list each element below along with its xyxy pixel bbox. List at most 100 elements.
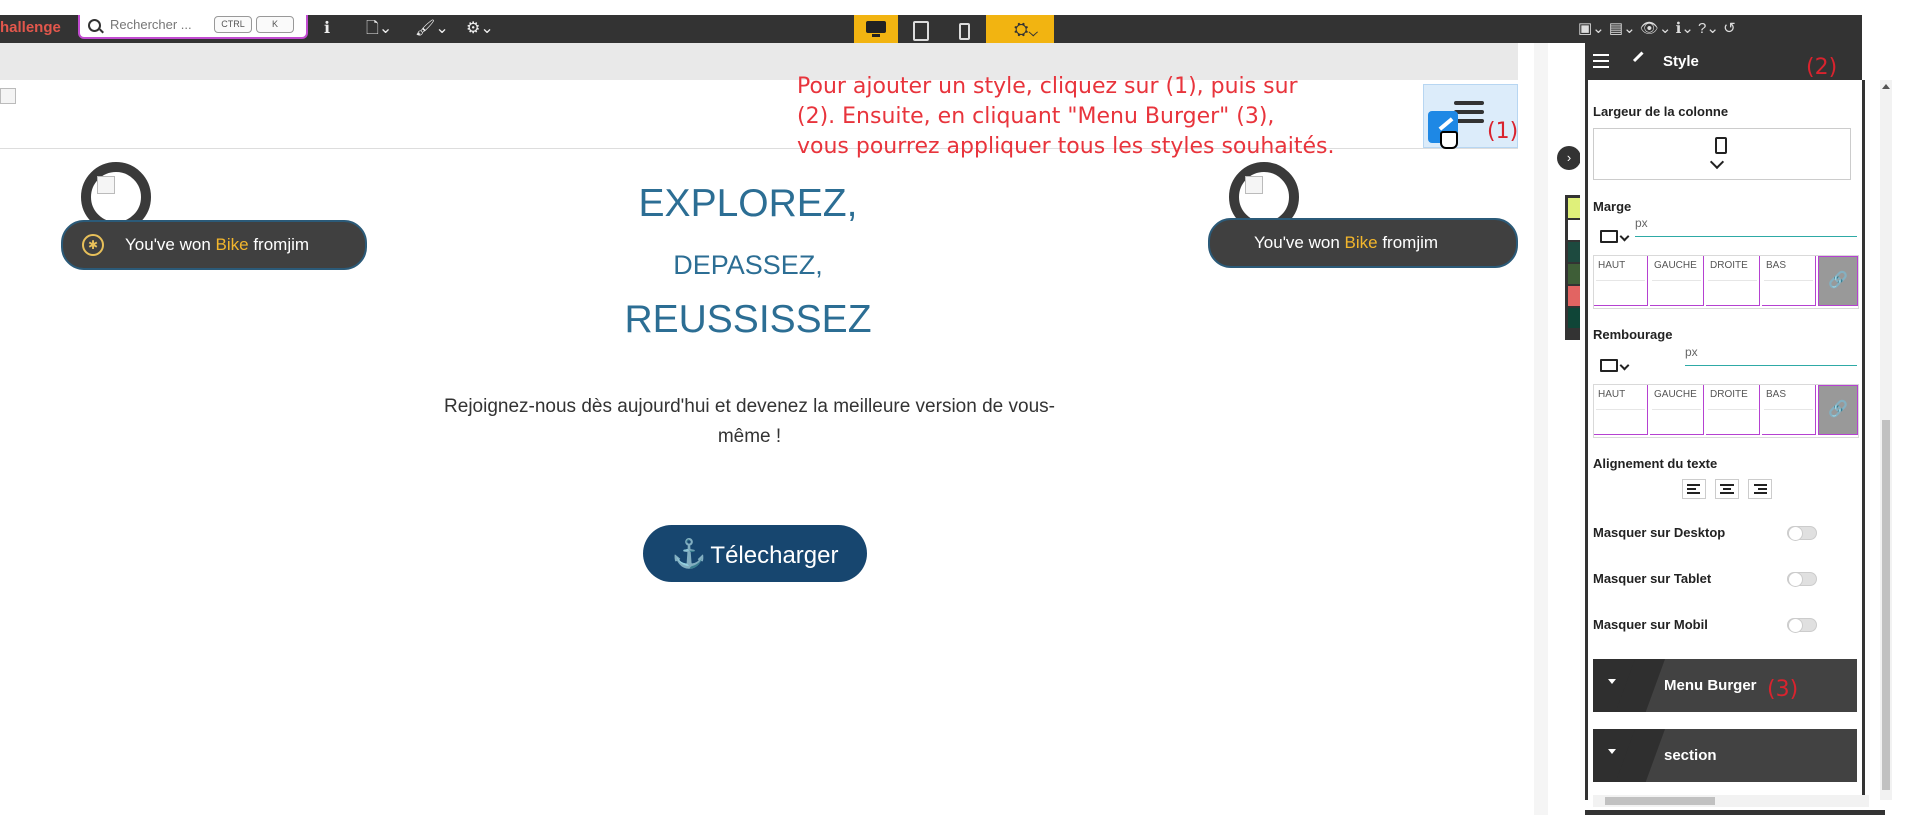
award-badge-text: You've won Bike fromjim [125,235,310,254]
list-icon[interactable] [1593,54,1609,68]
padding-bottom-input[interactable]: BAS [1762,385,1816,435]
burger-line [1454,110,1484,114]
page-menu-icon[interactable]: 🗋⌄ [366,19,392,39]
scrollbar-thumb[interactable] [1882,420,1890,790]
top-toolbar: hallenge Rechercher ... CTRL K ℹ 🗋⌄ 🖌⌄ ⚙… [0,15,1862,43]
mobile-icon [959,23,970,40]
marker-1: (1) [1487,119,1519,144]
search-input[interactable]: Rechercher ... [110,17,192,32]
column-width-select[interactable] [1593,128,1851,180]
tablet-icon [913,21,929,41]
hide-desktop-toggle[interactable] [1787,526,1817,541]
collapse-panel-button[interactable]: › [1557,146,1581,170]
margin-inputs: HAUT GAUCHE DROITE BAS 🔗 [1593,255,1859,309]
broken-image-icon [1245,176,1263,194]
mobile-icon [1715,137,1727,154]
padding-right-input[interactable]: DROITE [1706,385,1760,435]
padding-device-row: px [1593,345,1857,372]
award-badge-right: You've won Bike fromjim [1208,218,1518,268]
tab-style-label: Style [1663,53,1699,70]
hide-desktop-label: Masquer sur Desktop [1593,525,1726,540]
hide-mobile-toggle[interactable] [1787,618,1817,633]
align-left-icon[interactable] [1682,479,1706,499]
download-button-label: Télecharger [710,542,839,569]
kbd-k: K [256,16,294,33]
brush-menu-icon[interactable]: 🖌⌄ [415,19,449,39]
instruction-text: Pour ajouter un style, cliquez sur (1), … [797,72,1417,162]
unit-underline [1685,365,1857,366]
award-star-icon: ✱ [82,234,104,256]
margin-bottom-input[interactable]: BAS [1762,256,1816,306]
accordion-section[interactable]: section [1593,729,1857,782]
panel-footer [1585,810,1885,815]
instruction-line-2: (2). Ensuite, en cliquant "Menu Burger" … [797,104,1275,129]
search-box[interactable]: Rechercher ... CTRL K [78,15,308,39]
margin-left-input[interactable]: GAUCHE [1650,256,1704,306]
screen-margin [1895,0,1925,815]
marker-3: (3) [1767,677,1799,702]
scroll-up-arrow-icon[interactable] [1882,84,1890,89]
instruction-line-1: Pour ajouter un style, cliquez sur (1), … [797,74,1298,99]
text-align-label: Alignement du texte [1593,456,1718,471]
desktop-view-button[interactable] [854,15,898,43]
award-badge-text: You've won Bike fromjim [1254,233,1439,252]
accordion-label: Menu Burger [1664,677,1757,694]
accordion-label: section [1664,747,1717,764]
info-icon[interactable]: ℹ [324,19,330,39]
margin-right-input[interactable]: DROITE [1706,256,1760,306]
gear-menu-icon[interactable]: ⚙⌄ [466,19,494,39]
device-settings-button[interactable]: ⛭⌄ [998,15,1054,43]
align-right-icon[interactable] [1748,479,1772,499]
margin-device-row: px [1593,216,1857,243]
canvas-edge [1534,43,1548,815]
device-switcher: ⛭⌄ [854,15,1054,43]
padding-label: Rembourage [1593,327,1673,342]
brush-icon [1632,51,1653,71]
award-badge-left: ✱ You've won Bike fromjim [61,220,367,270]
column-width-label: Largeur de la colonne [1593,104,1729,119]
tab-style[interactable]: Style [1625,43,1735,80]
search-icon [88,19,101,32]
hero-heading-1: EXPLOREZ, [638,182,858,225]
caret-down-icon [1608,749,1616,754]
burger-line [1454,119,1484,123]
instruction-line-3: vous pourrez appliquer tous les styles s… [797,134,1335,159]
brand-name: hallenge [0,19,61,36]
mobile-view-button[interactable] [942,15,986,43]
desktop-icon[interactable] [1600,359,1618,372]
chevron-down-icon [1709,154,1725,170]
hide-mobile-label: Masquer sur Mobil [1593,617,1708,632]
padding-unit[interactable]: px [1685,345,1698,359]
anchor-icon: ⚓ [671,538,707,569]
desktop-icon [866,21,886,37]
hide-tablet-label: Masquer sur Tablet [1593,571,1712,586]
panel-border [1585,80,1588,800]
panel-border [1862,80,1865,800]
padding-inputs: HAUT GAUCHE DROITE BAS 🔗 [1593,384,1859,438]
padding-left-input[interactable]: GAUCHE [1650,385,1704,435]
broken-image-icon [0,88,16,104]
hero-heading-3: REUSSISSEZ [624,298,872,341]
right-toolbar-icons[interactable]: ▣⌄ ▤⌄ 👁⌄ ℹ⌄ ?⌄ ↺ [1578,19,1736,39]
accordion-menu-burger[interactable]: Menu Burger [1593,659,1857,712]
hero-heading-2: DEPASSEZ, [673,250,823,280]
unit-underline [1635,236,1857,237]
margin-unit[interactable]: px [1635,216,1648,230]
hide-tablet-toggle[interactable] [1787,572,1817,587]
link-icon[interactable]: 🔗 [1818,385,1858,435]
hand-cursor-icon [1440,131,1458,149]
burger-line [1454,101,1484,105]
marker-2: (2) [1806,55,1838,80]
scrollbar-thumb[interactable] [1605,797,1715,805]
tablet-view-button[interactable] [898,15,942,43]
hero-paragraph: Rejoignez-nous dès aujourd'hui et devene… [444,396,1055,447]
padding-top-input[interactable]: HAUT [1594,385,1648,435]
kbd-ctrl: CTRL [214,16,252,33]
margin-top-input[interactable]: HAUT [1594,256,1648,306]
align-center-icon[interactable] [1715,479,1739,499]
broken-image-icon [97,176,115,194]
link-icon[interactable]: 🔗 [1818,256,1858,306]
caret-down-icon [1608,679,1616,684]
download-button[interactable]: ⚓ Télecharger [643,525,867,582]
desktop-icon[interactable] [1600,230,1618,243]
